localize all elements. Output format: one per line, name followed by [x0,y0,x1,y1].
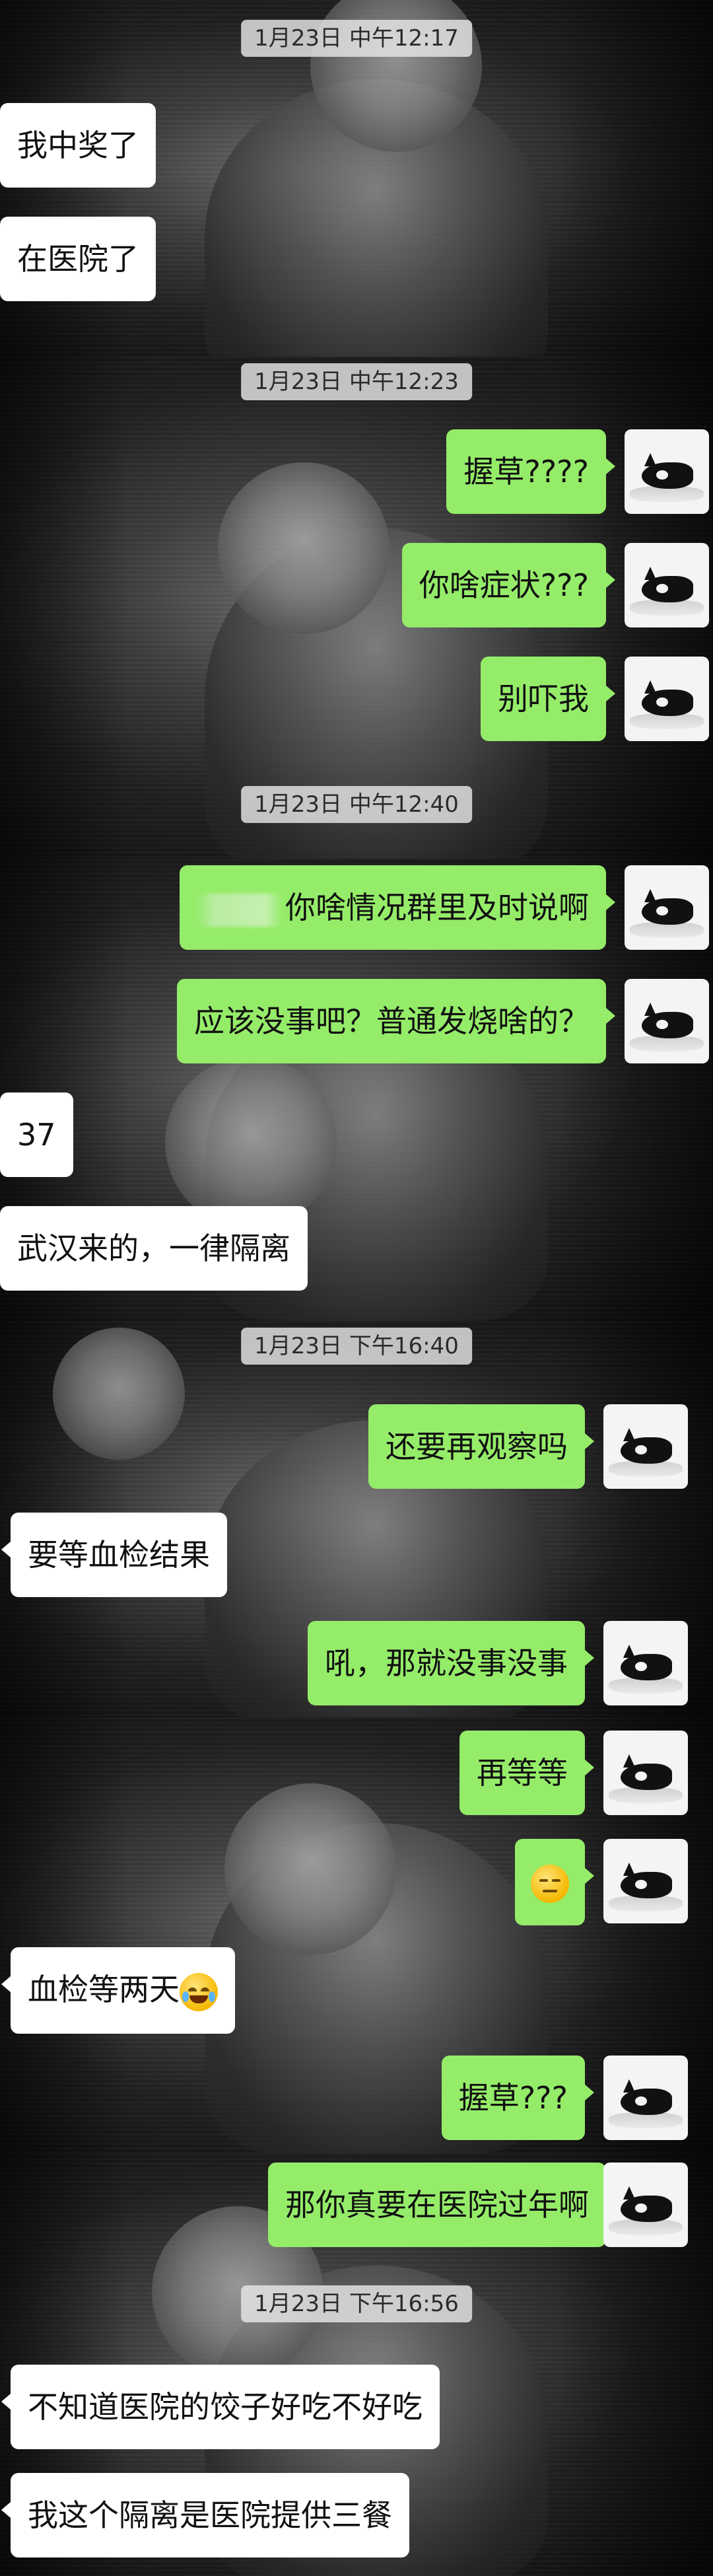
cat-avatar-icon[interactable] [625,429,709,514]
message-bubble-outgoing[interactable]: 还要再观察吗 [368,1404,594,1489]
cat-avatar-icon[interactable] [603,1839,688,1923]
timestamp: 1月23日 下午16:56 [241,2285,472,2322]
message-bubble-outgoing[interactable]: 应该没事吧？普通发烧啥的？ [177,979,615,1063]
message-bubble-incoming[interactable]: 我这个隔离是医院提供三餐 [1,2473,409,2558]
message-bubble-outgoing[interactable]: 那你真要在医院过年啊 [268,2163,615,2247]
message-bubble-incoming[interactable]: 37 [0,1092,73,1177]
chat-panel-2: 1月23日 中午12:23 握草???? 你啥症状??? 别吓我 1月23日 中… [0,357,713,859]
message-bubble-outgoing[interactable]: 握草??? [441,2056,595,2140]
message-bubble-incoming[interactable]: 不知道医院的饺子好吃不好吃 [1,2365,440,2449]
chat-panel-3: 你啥情况群里及时说啊 应该没事吧？普通发烧啥的？ 37 武汉来的，一律隔离 [0,859,713,1321]
message-text: 你啥情况群里及时说啊 [285,890,589,925]
chat-panel-4: 1月23日 下午16:40 还要再观察吗 要等血检结果 吼，那就没事没事 [0,1321,713,1717]
message-bubble-outgoing[interactable]: 别吓我 [481,657,615,741]
message-bubble-incoming[interactable]: 要等血检结果 [1,1513,227,1597]
cat-avatar-icon[interactable] [625,865,709,950]
chat-panel-6: 那你真要在医院过年啊 1月23日 下午16:56 不知道医院的饺子好吃不好吃 我… [0,2153,713,2576]
timestamp: 1月23日 中午12:17 [241,20,472,57]
message-bubble-incoming[interactable]: 在医院了 [0,217,156,301]
cat-avatar-icon[interactable] [603,2056,688,2140]
timestamp: 1月23日 中午12:40 [241,786,472,823]
message-bubble-outgoing[interactable]: 你啥情况群里及时说啊 [180,865,615,950]
message-bubble-outgoing[interactable]: 握草???? [446,429,615,514]
cat-avatar-icon[interactable] [603,1621,688,1705]
background-photo-head [53,1328,185,1460]
message-bubble-incoming[interactable]: 血检等两天 [1,1947,235,2034]
cat-avatar-icon[interactable] [625,979,709,1063]
background-photo-head [224,1783,396,1955]
message-bubble-outgoing[interactable] [515,1839,594,1925]
chat-panel-5: 再等等 血检等两天 握草??? [0,1717,713,2153]
cat-avatar-icon[interactable] [625,543,709,627]
message-bubble-incoming[interactable]: 武汉来的，一律隔离 [0,1206,308,1291]
chat-panel-1: 1月23日 中午12:17 我中奖了 在医院了 [0,0,713,357]
background-photo-head [218,462,390,634]
cat-avatar-icon[interactable] [625,657,709,741]
cat-avatar-icon[interactable] [603,1731,688,1815]
message-bubble-outgoing[interactable]: 你啥症状??? [401,543,616,627]
message-bubble-outgoing[interactable]: 再等等 [459,1731,594,1815]
message-bubble-outgoing[interactable]: 吼，那就没事没事 [308,1621,594,1705]
tears-of-joy-emoji [180,1972,218,2011]
background-photo-head [165,1057,337,1229]
timestamp: 1月23日 下午16:40 [241,1328,472,1365]
redacted-name [197,893,283,927]
message-text: 血检等两天 [28,1972,180,2007]
expressionless-emoji [531,1864,569,1903]
message-bubble-incoming[interactable]: 我中奖了 [0,103,156,188]
timestamp: 1月23日 中午12:23 [241,363,472,400]
cat-avatar-icon[interactable] [603,1404,688,1489]
cat-avatar-icon[interactable] [603,2163,688,2247]
